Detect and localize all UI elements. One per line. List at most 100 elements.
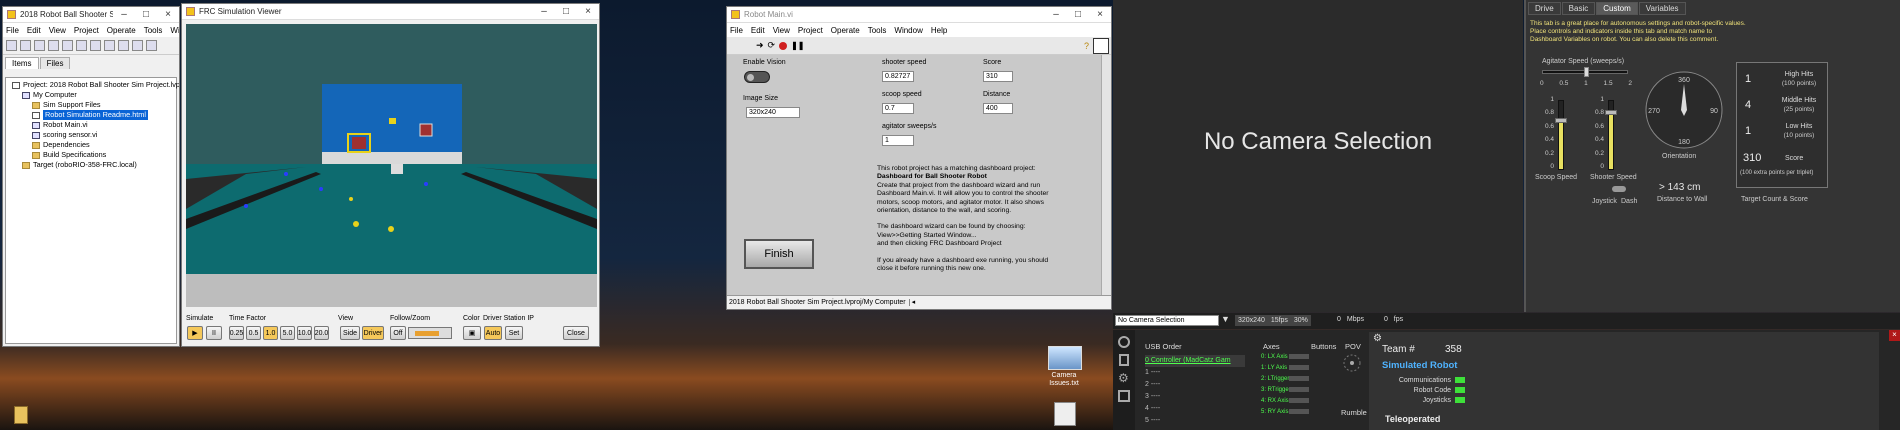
menu-project[interactable]: Project (798, 26, 823, 35)
desktop-file-icon[interactable] (1048, 346, 1082, 370)
menu-window[interactable]: Window (170, 26, 179, 35)
pause-button[interactable]: II (206, 326, 222, 340)
copy-icon[interactable] (76, 40, 87, 51)
ds-diagnostics-icon[interactable] (1119, 354, 1129, 366)
open-icon[interactable] (20, 40, 31, 51)
usb-device-item[interactable]: 5 ---- (1145, 415, 1245, 427)
usb-device-item[interactable]: 2 ---- (1145, 379, 1245, 391)
color-button[interactable]: ▣ (463, 326, 481, 340)
desktop-document-icon[interactable] (1054, 402, 1076, 426)
tab-files[interactable]: Files (39, 57, 71, 69)
ds-ip-auto-button[interactable]: Auto (484, 326, 502, 340)
close-icon[interactable]: × (157, 9, 179, 20)
agitator-slider[interactable] (1542, 67, 1628, 77)
pause-icon[interactable]: ❚❚ (791, 41, 804, 50)
menu-file[interactable]: File (6, 26, 19, 35)
time-factor-button[interactable]: 1.0 (263, 326, 278, 340)
tree-item[interactable]: Build Specifications (8, 150, 174, 160)
tree-item[interactable]: Robot Main.vi (8, 120, 174, 130)
time-factor-button[interactable]: 10.0 (297, 326, 312, 340)
menu-project[interactable]: Project (74, 26, 99, 35)
menu-help[interactable]: Help (931, 26, 947, 35)
play-button[interactable]: ▶ (187, 326, 203, 340)
deploy-icon[interactable] (132, 40, 143, 51)
menu-view[interactable]: View (49, 26, 66, 35)
finish-button[interactable]: Finish (744, 239, 814, 269)
project-explorer-titlebar[interactable]: 2018 Robot Ball Shooter Sim Project... –… (3, 7, 179, 23)
sim-3d-view[interactable] (186, 24, 597, 307)
view-driver-button[interactable]: Driver (362, 326, 384, 340)
maximize-icon[interactable]: □ (135, 9, 157, 20)
menu-edit[interactable]: Edit (751, 26, 765, 35)
ds-operation-icon[interactable] (1118, 336, 1130, 348)
close-icon[interactable]: × (577, 6, 599, 17)
new-icon[interactable] (6, 40, 17, 51)
chevron-down-icon[interactable]: ▼ (1221, 314, 1230, 324)
usb-device-item[interactable]: 4 ---- (1145, 403, 1245, 415)
close-button[interactable]: Close (563, 326, 589, 340)
menu-tools[interactable]: Tools (144, 26, 163, 35)
ds-settings-icon[interactable]: ⚙ (1118, 372, 1130, 384)
tree-item[interactable]: Dependencies (8, 140, 174, 150)
joystick-dash-toggle[interactable] (1612, 186, 1626, 192)
minimize-icon[interactable]: – (533, 6, 555, 17)
run-continuous-icon[interactable]: ⟳ (768, 40, 776, 51)
ds-ip-set-button[interactable]: Set (505, 326, 523, 340)
menu-window[interactable]: Window (894, 26, 922, 35)
paste-icon[interactable] (90, 40, 101, 51)
minimize-icon[interactable]: – (113, 9, 135, 20)
tab-basic[interactable]: Basic (1561, 2, 1596, 15)
menu-edit[interactable]: Edit (27, 26, 41, 35)
usb-device-item[interactable]: 3 ---- (1145, 391, 1245, 403)
zoom-slider[interactable] (408, 327, 452, 339)
delete-icon[interactable] (104, 40, 115, 51)
usb-device-item[interactable]: 0 Controller (MadCatz Gam (1145, 355, 1245, 367)
build-icon[interactable] (118, 40, 129, 51)
time-factor-button[interactable]: 0.5 (246, 326, 261, 340)
save-icon[interactable] (34, 40, 45, 51)
minimize-icon[interactable]: – (1045, 9, 1067, 20)
save-all-icon[interactable] (48, 40, 59, 51)
view-side-button[interactable]: Side (340, 326, 360, 340)
stream-settings[interactable]: 320x240 15fps 30% (1235, 315, 1311, 326)
scroll-left-icon[interactable]: ◂ (912, 299, 916, 306)
time-factor-button[interactable]: 5.0 (280, 326, 295, 340)
tree-item[interactable]: Target (roboRIO-358-FRC.local) (8, 160, 174, 170)
menu-tools[interactable]: Tools (868, 26, 887, 35)
ds-close-button[interactable]: × (1889, 330, 1900, 341)
tab-items[interactable]: Items (5, 57, 39, 69)
scoop-slider-thumb[interactable] (1555, 118, 1567, 123)
tab-custom[interactable]: Custom (1596, 2, 1638, 15)
robot-main-titlebar[interactable]: Robot Main.vi – □ × (727, 7, 1111, 23)
tree-item[interactable]: Project: 2018 Robot Ball Shooter Sim Pro… (8, 80, 179, 90)
taskbar-app-icon[interactable] (14, 406, 28, 424)
menu-operate[interactable]: Operate (107, 26, 136, 35)
camera-select[interactable]: No Camera Selection (1115, 315, 1219, 326)
sim-viewer-titlebar[interactable]: FRC Simulation Viewer – □ × (182, 4, 599, 20)
maximize-icon[interactable]: □ (1067, 9, 1089, 20)
tree-item[interactable]: Sim Support Files (8, 100, 174, 110)
menu-operate[interactable]: Operate (831, 26, 860, 35)
vertical-scrollbar[interactable] (1101, 55, 1111, 295)
shooter-slider-thumb[interactable] (1605, 110, 1617, 115)
tree-item[interactable]: My Computer (8, 90, 174, 100)
tab-drive[interactable]: Drive (1528, 2, 1561, 15)
enable-vision-toggle[interactable] (744, 71, 770, 83)
usb-device-item[interactable]: 1 ---- (1145, 367, 1245, 379)
maximize-icon[interactable]: □ (555, 6, 577, 17)
follow-off-button[interactable]: Off (390, 326, 406, 340)
time-factor-button[interactable]: 20.0 (314, 326, 329, 340)
menu-file[interactable]: File (730, 26, 743, 35)
run-arrow-icon[interactable]: ➜ (756, 40, 764, 51)
close-icon[interactable]: × (1089, 9, 1111, 20)
ds-usb-icon[interactable] (1118, 390, 1130, 402)
help-icon[interactable]: ? (1084, 41, 1089, 51)
menu-view[interactable]: View (773, 26, 790, 35)
image-size-select[interactable]: 320x240 (746, 107, 800, 118)
gear-icon[interactable]: ⚙ (1373, 333, 1382, 344)
tree-item[interactable]: Robot Simulation Readme.html (8, 110, 174, 120)
cut-icon[interactable] (62, 40, 73, 51)
filter-icon[interactable] (146, 40, 157, 51)
tab-variables[interactable]: Variables (1638, 2, 1686, 15)
tree-item[interactable]: scoring sensor.vi (8, 130, 174, 140)
